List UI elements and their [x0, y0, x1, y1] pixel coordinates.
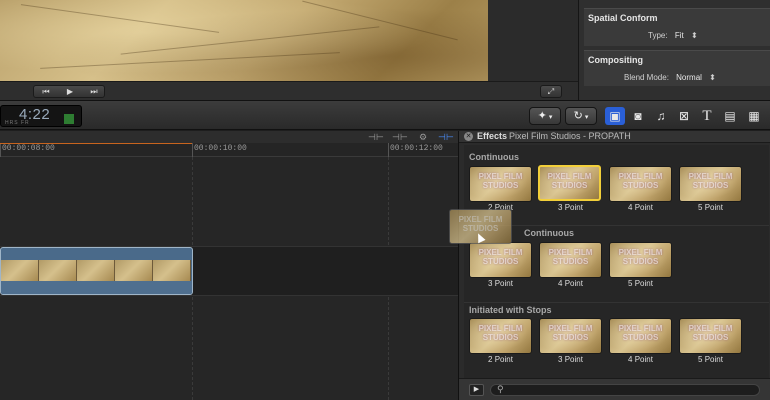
effect-thumbnail[interactable]: PIXEL FILM STUDIOS	[469, 242, 532, 278]
effects-title: Effects	[477, 131, 508, 141]
audio-skimming-icon[interactable]: ⊣⊢	[368, 132, 384, 142]
clip-thumbnail	[77, 260, 115, 282]
type-row: Type: Fit ⬍	[648, 31, 698, 40]
category-title: Continuous	[524, 228, 574, 238]
ruler-label: 00:00:10:00	[194, 144, 247, 153]
blend-row: Blend Mode: Normal ⬍	[624, 73, 716, 82]
audio-meter	[64, 114, 74, 124]
effect-label: 3 Point	[488, 279, 513, 288]
theme-icon[interactable]: ▦	[744, 107, 764, 125]
ruler-tick	[388, 143, 389, 157]
type-value[interactable]: Fit	[675, 31, 684, 40]
viewer-controls: ⏮ ▶ ⏭ ⤢	[0, 81, 578, 100]
blend-value[interactable]: Normal	[676, 73, 702, 82]
transition-icon[interactable]: ⊠	[674, 107, 694, 125]
clip-audio-band	[1, 281, 192, 294]
title-icon[interactable]: T	[697, 107, 717, 125]
effect-label: 2 Point	[488, 355, 513, 364]
skip-back-icon[interactable]: ⏮	[34, 86, 58, 97]
effect-label: 4 Point	[558, 279, 583, 288]
type-dropdown-icon[interactable]: ⬍	[691, 31, 698, 40]
map-line	[20, 4, 220, 33]
effects-footer: ▶ ⚲	[459, 378, 770, 400]
effect-thumbnail[interactable]: PIXEL FILM STUDIOS	[679, 318, 742, 354]
effect-thumbnail[interactable]: PIXEL FILM STUDIOS	[469, 166, 532, 202]
map-line	[40, 52, 340, 69]
timeline-header: ⊣⊢ ⊣⊢ ⚙ ⊣⊢	[0, 131, 458, 143]
spatial-conform-title: Spatial Conform	[588, 13, 658, 23]
playhead-range	[0, 143, 192, 144]
effect-thumbnail[interactable]: PIXEL FILM STUDIOS	[679, 166, 742, 202]
spatial-conform-section: Spatial Conform Type: Fit ⬍	[584, 8, 770, 46]
blend-label: Blend Mode:	[624, 73, 669, 82]
effect-label: 4 Point	[628, 355, 653, 364]
effects-header: ✕ Effects Pixel Film Studios - PROPATH	[459, 131, 770, 143]
compositing-title: Compositing	[588, 55, 643, 65]
clip-thumbnail	[115, 260, 153, 282]
category-title: Continuous	[469, 152, 519, 162]
effects-category-name: Pixel Film Studios - PROPATH	[509, 131, 631, 141]
effect-thumbnail[interactable]: PIXEL FILM STUDIOS	[539, 242, 602, 278]
sidebar-toggle-icon[interactable]: ▶	[469, 384, 484, 396]
retime-button[interactable]: ↻ ▾	[565, 107, 597, 125]
effect-thumbnail[interactable]: PIXEL FILM STUDIOS	[609, 242, 672, 278]
inspector: Spatial Conform Type: Fit ⬍ Compositing …	[578, 0, 770, 100]
effect-thumbnail[interactable]: PIXEL FILM STUDIOS	[469, 318, 532, 354]
timeline-ruler[interactable]: 00:00:08:00 00:00:10:00 00:00:12:00	[0, 143, 458, 157]
generator-icon[interactable]: ▤	[720, 107, 740, 125]
solo-icon[interactable]: ⊣⊢	[392, 132, 408, 142]
snapping-icon[interactable]: ⚙	[416, 132, 430, 142]
blend-dropdown-icon[interactable]: ⬍	[709, 73, 716, 82]
type-label: Type:	[648, 31, 668, 40]
retime-icon: ↻	[573, 110, 583, 122]
ruler-label: 00:00:08:00	[2, 144, 55, 153]
search-icon: ⚲	[497, 384, 504, 394]
effect-label: 5 Point	[698, 203, 723, 212]
effects-grid: Continuous PIXEL FILM STUDIOS 2 Point PI…	[464, 145, 769, 378]
ruler-label: 00:00:12:00	[390, 144, 443, 153]
camera-icon[interactable]: ◙	[628, 107, 648, 125]
compositing-section: Compositing Blend Mode: Normal ⬍	[584, 50, 770, 86]
play-icon[interactable]: ▶	[58, 86, 82, 97]
effect-thumbnail[interactable]: PIXEL FILM STUDIOS	[609, 166, 672, 202]
timecode-labels: HRS FR	[5, 120, 30, 126]
timeline[interactable]: ⊣⊢ ⊣⊢ ⚙ ⊣⊢ 00:00:08:00 00:00:10:00 00:00…	[0, 131, 458, 400]
chevron-down-icon: ▾	[582, 114, 589, 121]
magic-wand-icon: ✦	[537, 110, 547, 122]
music-icon[interactable]: ♫	[651, 107, 671, 125]
effect-label: 4 Point	[628, 203, 653, 212]
map-line	[302, 0, 458, 41]
clip-thumbnail	[1, 260, 39, 282]
playback-controls: ⏮ ▶ ⏭	[33, 85, 105, 98]
skip-forward-icon[interactable]: ⏭	[82, 86, 106, 97]
effect-thumbnail[interactable]: PIXEL FILM STUDIOS	[609, 318, 672, 354]
chevron-down-icon: ▾	[546, 114, 553, 121]
timecode-display[interactable]: 4:22 HRS FR	[0, 105, 82, 127]
effect-thumbnail[interactable]: PIXEL FILM STUDIOS	[539, 318, 602, 354]
effect-label: 3 Point	[558, 203, 583, 212]
effects-browser: ✕ Effects Pixel Film Studios - PROPATH C…	[458, 131, 770, 400]
ruler-tick	[0, 143, 1, 157]
viewer: ⏮ ▶ ⏭ ⤢	[0, 0, 578, 100]
close-icon[interactable]: ✕	[464, 132, 473, 141]
skimming-icon[interactable]: ⊣⊢	[438, 132, 454, 142]
video-frame[interactable]	[0, 0, 488, 81]
enhancements-button[interactable]: ✦ ▾	[529, 107, 561, 125]
category-title: Initiated with Stops	[469, 305, 552, 315]
ruler-tick	[192, 143, 193, 157]
effect-label: 5 Point	[628, 279, 653, 288]
clip-thumbnail	[153, 260, 191, 282]
effects-search-input[interactable]: ⚲	[490, 384, 760, 396]
fullscreen-icon[interactable]: ⤢	[540, 85, 562, 98]
effect-label: 3 Point	[558, 355, 583, 364]
video-clip[interactable]	[0, 247, 193, 295]
effect-label: 5 Point	[698, 355, 723, 364]
clip-thumbnail	[39, 260, 77, 282]
video-icon[interactable]: ▣	[605, 107, 625, 125]
toolbar: 4:22 HRS FR ✦ ▾ ↻ ▾ ▣ ◙ ♫ ⊠ T ▤ ▦	[0, 100, 770, 130]
effect-thumbnail-selected[interactable]: PIXEL FILM STUDIOS	[538, 165, 601, 201]
map-line	[120, 26, 380, 55]
divider	[464, 302, 769, 303]
